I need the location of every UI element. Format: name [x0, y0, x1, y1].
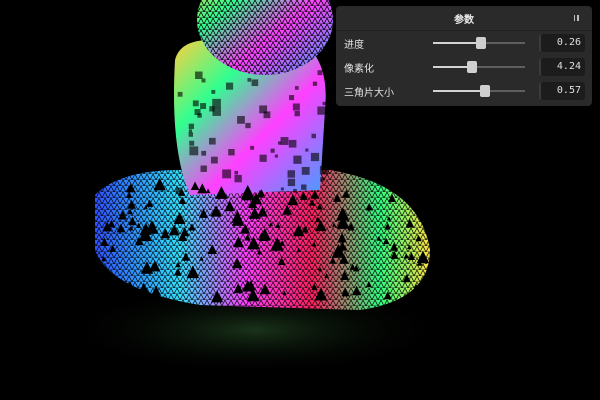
param-row-triangle-size: 三角片大小 0.57 — [336, 79, 592, 103]
param-label-triangle-size: 三角片大小 — [344, 87, 394, 99]
panel-title: 参数 — [454, 14, 474, 26]
pause-icon[interactable] — [570, 12, 582, 24]
pixelate-slider-handle[interactable] — [466, 61, 477, 73]
progress-slider[interactable] — [433, 37, 525, 49]
triangle-size-slider-fill — [433, 90, 486, 92]
param-label-pixelate: 像素化 — [344, 63, 374, 75]
panel-header[interactable]: 参数 — [336, 6, 592, 31]
pixelate-slider[interactable] — [433, 61, 525, 73]
progress-value-input[interactable]: 0.26 — [539, 34, 585, 52]
triangle-size-slider[interactable] — [433, 85, 525, 97]
param-label-progress: 进度 — [344, 39, 364, 51]
pixelate-value-input[interactable]: 4.24 — [539, 58, 585, 76]
param-row-progress: 进度 0.26 — [336, 31, 592, 55]
3d-viewport[interactable]: 参数 进度 0.26 像素化 4.24 三角片大小 0.57 — [0, 0, 600, 400]
progress-slider-fill — [433, 42, 481, 44]
triangle-size-value-input[interactable]: 0.57 — [539, 82, 585, 100]
parameters-panel: 参数 进度 0.26 像素化 4.24 三角片大小 0.57 — [336, 6, 592, 106]
param-row-pixelate: 像素化 4.24 — [336, 55, 592, 79]
pixelate-slider-fill — [433, 66, 472, 68]
triangle-size-slider-handle[interactable] — [480, 85, 491, 97]
progress-slider-handle[interactable] — [475, 37, 486, 49]
